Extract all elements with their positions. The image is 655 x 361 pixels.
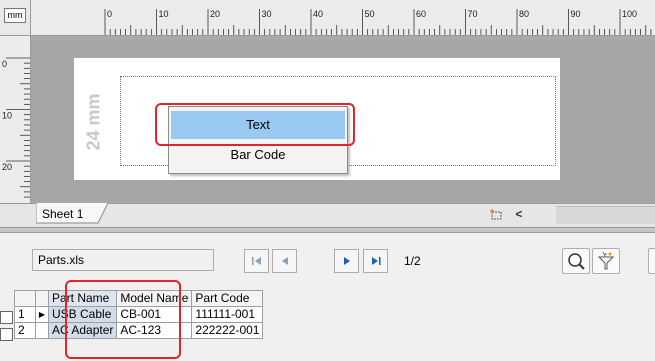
previous-record-button[interactable] xyxy=(272,249,297,273)
horizontal-ruler-ticks: 0 10 20 30 40 50 60 70 80 90 100 xyxy=(104,9,652,35)
database-file-name: Parts.xls xyxy=(32,249,214,271)
first-record-button[interactable] xyxy=(244,249,269,273)
ruler-label: 100 xyxy=(622,9,637,19)
sheet-tab-label: Sheet 1 xyxy=(42,207,84,221)
vertical-ruler-ticks: 0 10 20 xyxy=(2,57,30,198)
more-button[interactable] xyxy=(648,248,655,274)
row-checkbox[interactable] xyxy=(0,311,13,324)
tab-scroll-controls: < xyxy=(490,207,522,221)
ruler-label: 30 xyxy=(262,9,272,19)
filter-button[interactable] xyxy=(592,248,620,274)
row-checkbox[interactable] xyxy=(0,328,13,341)
search-button[interactable] xyxy=(562,248,590,274)
cell-part-code[interactable]: 111111-001 xyxy=(191,306,264,323)
record-page-indicator: 1/2 xyxy=(404,254,421,268)
row-indicator xyxy=(35,322,49,339)
ruler-label: 0 xyxy=(107,9,112,19)
last-record-button[interactable] xyxy=(363,249,388,273)
tab-sheet-1[interactable]: Sheet 1 xyxy=(36,203,108,225)
ruler-label: 10 xyxy=(2,111,12,121)
ruler-label: 90 xyxy=(571,9,581,19)
previous-record-icon xyxy=(281,257,288,265)
label-size-indicator: 24 mm xyxy=(80,74,108,170)
row-number[interactable]: 2 xyxy=(14,322,36,339)
first-record-icon xyxy=(251,257,261,265)
horizontal-ruler: 0 10 20 30 40 50 60 70 80 90 100 xyxy=(31,0,655,36)
grid-corner-cell[interactable] xyxy=(14,290,36,307)
ruler-label: 70 xyxy=(468,9,478,19)
ruler-label: 80 xyxy=(519,9,529,19)
scroll-left-icon[interactable]: < xyxy=(515,207,522,221)
current-row-indicator-icon: ▶ xyxy=(35,306,49,323)
magnifier-icon xyxy=(568,253,585,270)
row-number[interactable]: 1 xyxy=(14,306,36,323)
column-header-part-code[interactable]: Part Code xyxy=(191,290,264,307)
new-sheet-icon[interactable] xyxy=(490,208,504,221)
ruler-label: 40 xyxy=(313,9,323,19)
label-size-text: 24 mm xyxy=(83,93,104,151)
filter-icon xyxy=(597,251,615,270)
highlight-box-text-item xyxy=(155,103,355,146)
ruler-corner: mm xyxy=(0,0,31,36)
ruler-unit-selector[interactable]: mm xyxy=(4,8,26,23)
grid-indicator-header xyxy=(35,290,49,307)
ruler-label: 10 xyxy=(159,9,169,19)
ruler-label: 0 xyxy=(2,59,7,69)
next-record-button[interactable] xyxy=(334,249,359,273)
ruler-label: 60 xyxy=(416,9,426,19)
ruler-label: 50 xyxy=(365,9,375,19)
cell-part-code[interactable]: 222222-001 xyxy=(191,322,264,339)
ruler-label: 20 xyxy=(210,9,220,19)
horizontal-scrollbar[interactable] xyxy=(556,206,655,224)
highlight-box-part-name-column xyxy=(65,280,181,359)
vertical-ruler: 0 10 20 xyxy=(0,36,31,203)
ruler-label: 20 xyxy=(2,162,12,172)
last-record-icon xyxy=(371,257,380,265)
tab-bar-left xyxy=(0,203,31,227)
next-record-icon xyxy=(343,257,350,265)
